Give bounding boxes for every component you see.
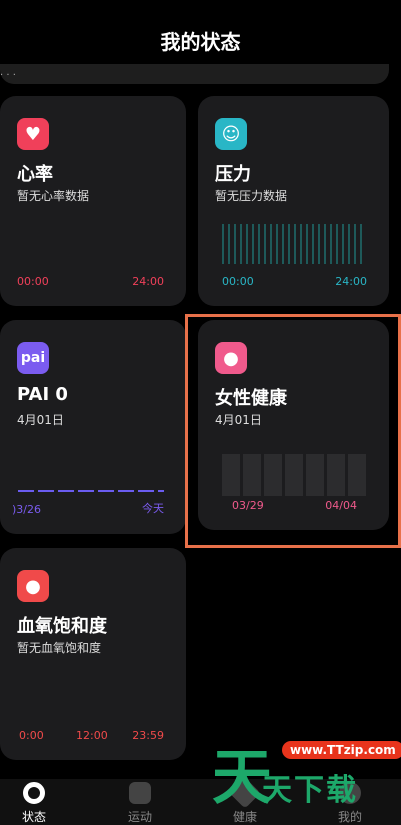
spo2-title: 血氧饱和度	[17, 616, 107, 637]
heart-rate-subtitle: 暂无心率数据	[17, 189, 90, 203]
highlight-frame	[185, 314, 401, 548]
blood-drop-icon: ●	[17, 570, 49, 602]
shoe-icon	[129, 782, 151, 804]
dots-decoration: · · ·	[0, 70, 16, 81]
watermark-logo: 天 www.TTzip.com 天下载	[212, 735, 401, 813]
watermark-url: www.TTzip.com	[282, 741, 401, 759]
nav-status[interactable]: 状态	[4, 782, 64, 825]
pressure-axis-end: 24:00	[335, 275, 367, 288]
pressure-axis-start: 00:00	[222, 275, 254, 288]
heart-axis-start: 00:00	[17, 275, 49, 288]
previous-card-bottom[interactable]: · · ·	[0, 64, 389, 84]
status-icon	[23, 782, 45, 804]
pressure-chart-bars	[222, 224, 362, 264]
pai-icon: pai	[17, 342, 49, 374]
spo2-axis-start: 0:00	[19, 729, 44, 742]
spo2-axis-end: 23:59	[132, 729, 164, 742]
pai-subtitle: 4月01日	[17, 413, 64, 427]
nav-mine-label: 我的	[337, 810, 362, 824]
pressure-subtitle: 暂无压力数据	[215, 189, 288, 203]
heart-rate-title: 心率	[17, 164, 53, 185]
pai-chart-line	[18, 490, 164, 492]
pai-axis-start: )3/26	[12, 503, 41, 516]
nav-sport[interactable]: 运动	[110, 782, 170, 825]
heart-axis-end: 24:00	[132, 275, 164, 288]
pressure-title: 压力	[215, 164, 251, 185]
pai-axis-end: 今天	[142, 502, 164, 515]
pai-title: PAI 0	[17, 384, 68, 405]
heart-icon: ♥	[17, 118, 49, 150]
nav-sport-label: 运动	[127, 810, 152, 824]
pai-card[interactable]: pai PAI 0 4月01日 )3/26 今天	[0, 320, 186, 534]
page-title: 我的状态	[160, 30, 241, 54]
spo2-card[interactable]: ● 血氧饱和度 暂无血氧饱和度 0:00 12:00 23:59	[0, 548, 186, 760]
pressure-card[interactable]: ☺ 压力 暂无压力数据 00:00 24:00	[198, 96, 389, 306]
spo2-axis-mid: 12:00	[76, 729, 108, 742]
heart-rate-card[interactable]: ♥ 心率 暂无心率数据 00:00 24:00	[0, 96, 186, 306]
nav-status-label: 状态	[21, 810, 46, 824]
smile-icon: ☺	[215, 118, 247, 150]
spo2-subtitle: 暂无血氧饱和度	[17, 641, 102, 655]
watermark-text: 天下载	[262, 773, 358, 808]
